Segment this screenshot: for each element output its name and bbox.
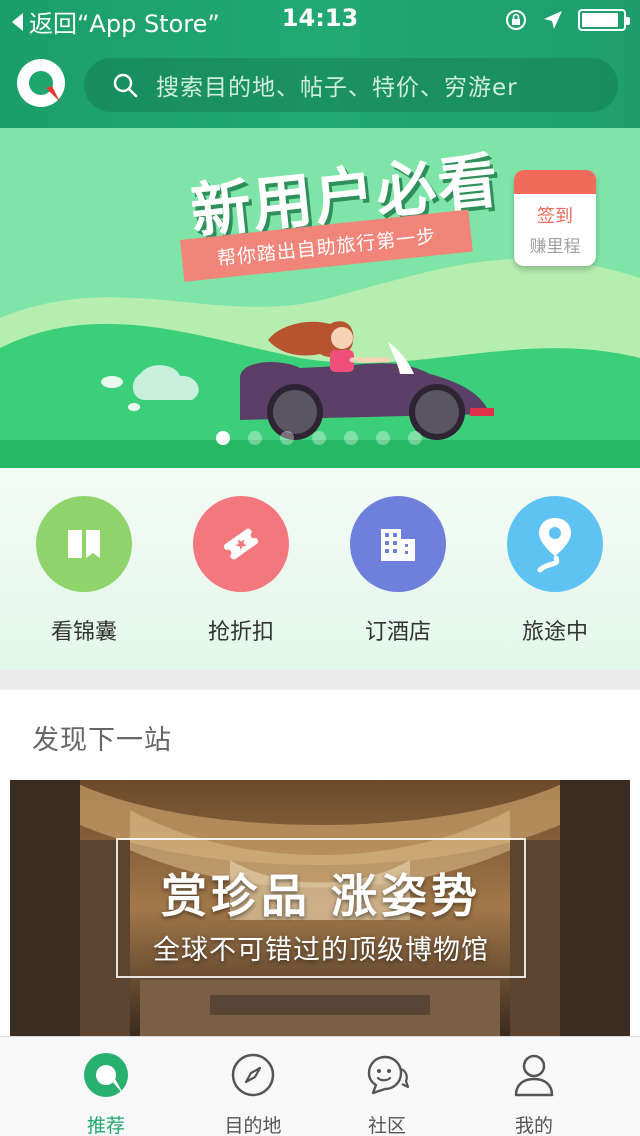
calendar-header xyxy=(514,170,596,194)
banner-page-indicator xyxy=(216,431,422,445)
person-icon xyxy=(514,1054,554,1097)
location-pin-icon xyxy=(507,496,603,592)
signin-label: 签到 xyxy=(537,206,573,227)
guidebook-icon xyxy=(36,496,132,592)
search-icon xyxy=(113,73,138,98)
hotel-building-icon xyxy=(350,496,446,592)
search-bar[interactable]: 搜索目的地、帖子、特价、穷游er xyxy=(84,58,618,112)
quick-entry-discount[interactable]: 抢折扣 xyxy=(186,496,296,646)
tab-label: 社区 xyxy=(367,1115,406,1136)
discount-ticket-icon xyxy=(193,496,289,592)
quick-entry-hotel[interactable]: 订酒店 xyxy=(343,496,453,646)
promo-banner[interactable]: 新用户必看 帮你踏出自助旅行第一步 签到 赚里程 xyxy=(0,128,640,468)
tab-mine[interactable]: 我的 xyxy=(484,1051,584,1136)
tab-recommend[interactable]: 推荐 xyxy=(56,1051,156,1136)
rotation-lock-icon xyxy=(506,10,526,30)
feature-card[interactable]: 赏珍品 涨姿势 全球不可错过的顶级博物馆 xyxy=(10,780,630,1036)
battery-fill xyxy=(582,13,618,27)
quick-entry-label: 订酒店 xyxy=(364,620,431,645)
header: 搜索目的地、帖子、特价、穷游er xyxy=(0,40,640,128)
banner-page-dot[interactable] xyxy=(248,431,262,445)
tab-bar: 推荐 目的地 社区 我的 xyxy=(0,1036,640,1136)
banner-page-dot[interactable] xyxy=(280,431,294,445)
tab-label: 我的 xyxy=(514,1115,553,1136)
quick-entry-guidebook[interactable]: 看锦囊 xyxy=(29,496,139,646)
quick-entries: 看锦囊 抢折扣 订酒店 旅途中 xyxy=(0,468,640,670)
signin-card[interactable]: 签到 赚里程 xyxy=(514,170,596,266)
banner-page-dot[interactable] xyxy=(312,431,326,445)
tab-label: 目的地 xyxy=(224,1115,282,1136)
feature-subtitle: 全球不可错过的顶级博物馆 xyxy=(153,935,489,966)
banner-page-dot[interactable] xyxy=(216,431,230,445)
compass-icon xyxy=(231,1053,275,1097)
section-title: 发现下一站 xyxy=(32,725,172,756)
quick-entry-on-trip[interactable]: 旅途中 xyxy=(500,496,610,646)
chat-bubbles-icon xyxy=(367,1055,410,1095)
earn-mileage-label: 赚里程 xyxy=(529,237,581,257)
qyer-logo-icon[interactable] xyxy=(16,58,66,108)
banner-page-dot[interactable] xyxy=(408,431,422,445)
banner-page-dot[interactable] xyxy=(344,431,358,445)
feature-title: 赏珍品 涨姿势 xyxy=(160,869,481,923)
status-bar: 返回“App Store” 14:13 xyxy=(0,0,640,40)
quick-entry-label: 抢折扣 xyxy=(207,620,274,645)
top-bar: 返回“App Store” 14:13 搜索目的地、帖子、特价、穷游er xyxy=(0,0,640,128)
section-divider xyxy=(0,670,640,690)
quick-entry-label: 旅途中 xyxy=(521,620,588,645)
tab-label: 推荐 xyxy=(86,1115,125,1136)
feature-caption-frame: 赏珍品 涨姿势 全球不可错过的顶级博物馆 xyxy=(116,838,526,978)
recommend-icon xyxy=(84,1053,128,1097)
tab-community[interactable]: 社区 xyxy=(337,1051,437,1136)
search-placeholder: 搜索目的地、帖子、特价、穷游er xyxy=(156,75,518,101)
status-indicators xyxy=(504,8,630,32)
banner-page-dot[interactable] xyxy=(376,431,390,445)
quick-entry-label: 看锦囊 xyxy=(50,620,117,645)
location-arrow-icon xyxy=(544,11,562,29)
battery-icon xyxy=(578,9,630,31)
tab-destination[interactable]: 目的地 xyxy=(203,1051,303,1136)
